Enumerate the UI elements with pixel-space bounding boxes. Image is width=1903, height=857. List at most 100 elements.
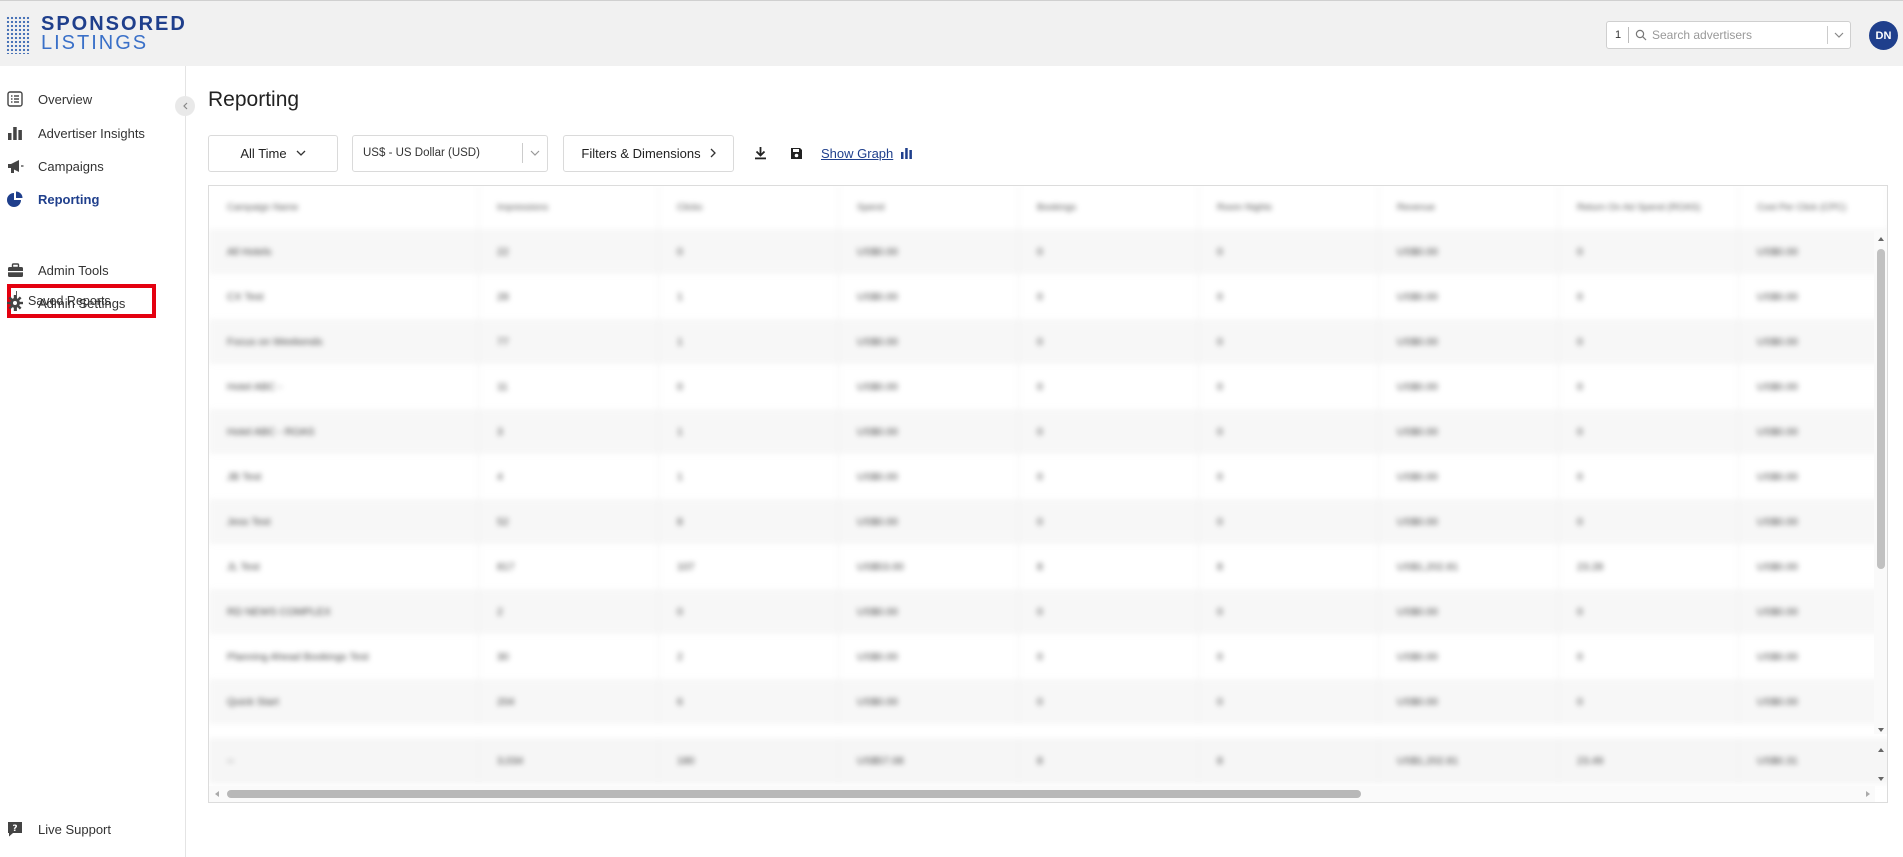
table-cell: US$0.00 xyxy=(1739,544,1887,589)
table-cell: 0 xyxy=(1559,499,1739,544)
table-cell: 0 xyxy=(1199,319,1379,364)
table-cell: 22 xyxy=(479,229,659,274)
sidebar-item-live-support[interactable]: ? Live Support xyxy=(6,818,111,840)
table-cell: US$0.00 xyxy=(839,274,1019,319)
table-cell: US$0.00 xyxy=(839,454,1019,499)
table-cell: US$0.00 xyxy=(839,499,1019,544)
table-cell: US$0.00 xyxy=(1379,679,1559,724)
table-cell: US$0.00 xyxy=(1379,409,1559,454)
sidebar: Overview Advertiser Insights Campaigns R… xyxy=(0,66,186,857)
list-icon xyxy=(6,90,24,108)
scroll-down-icon[interactable] xyxy=(1877,775,1885,783)
table-cell: 0 xyxy=(1199,229,1379,274)
collapse-sidebar-button[interactable] xyxy=(175,96,195,116)
table-row: Jess Test 52 8 US$0.00 0 0 US$0.00 0 US$0.00 xyxy=(209,499,1887,544)
scroll-left-icon[interactable] xyxy=(213,790,221,798)
table-cell: Quick Start xyxy=(209,679,479,724)
table-cell: All Hotels xyxy=(209,229,479,274)
table-cell: US$1,202.81 xyxy=(1379,738,1559,784)
table-cell: 0 xyxy=(1559,589,1739,634)
download-icon[interactable] xyxy=(750,143,770,163)
table-cell: US$0.00 xyxy=(1379,589,1559,634)
table-cell: US$0.00 xyxy=(839,229,1019,274)
table-cell: US$0.00 xyxy=(1379,634,1559,679)
table-cell: 8 xyxy=(1019,738,1199,784)
table-cell: 4 xyxy=(479,454,659,499)
table-cell: 0 xyxy=(1019,274,1199,319)
table-cell: 0 xyxy=(1559,454,1739,499)
advertiser-select[interactable]: 1 xyxy=(1606,21,1851,49)
currency-value: US$ - US Dollar (USD) xyxy=(363,147,480,159)
table-cell: 1 xyxy=(659,454,839,499)
date-range-button[interactable]: All Time xyxy=(208,134,338,172)
search-icon xyxy=(1635,29,1647,41)
table-cell: 0 xyxy=(1019,229,1199,274)
chevron-down-icon[interactable] xyxy=(1828,22,1850,48)
chevron-left-icon xyxy=(183,102,188,110)
table-cell: 8 xyxy=(1199,544,1379,589)
sidebar-item-label: Live Support xyxy=(38,821,111,837)
report-toolbar: All Time US$ - US Dollar (USD) Filters &… xyxy=(208,134,915,172)
table-cell: 0 xyxy=(1199,679,1379,724)
filters-dimensions-button[interactable]: Filters & Dimensions xyxy=(563,134,734,172)
table-cell: 23.49 xyxy=(1559,738,1739,784)
toolbox-icon xyxy=(6,261,24,279)
top-header: SPONSORED LISTINGS 1 DN xyxy=(0,0,1903,66)
advertiser-search-input[interactable] xyxy=(1652,28,1827,42)
table-cell: US$0.00 xyxy=(1379,364,1559,409)
table-cell: JB Test xyxy=(209,454,479,499)
table-cell: 2 xyxy=(479,589,659,634)
table-cell: 30 xyxy=(479,634,659,679)
scroll-up-icon[interactable] xyxy=(1877,746,1885,754)
user-avatar[interactable]: DN xyxy=(1869,21,1898,50)
megaphone-icon xyxy=(6,157,24,175)
sidebar-item-admin-settings[interactable]: Admin Settings xyxy=(6,292,125,314)
scroll-down-icon[interactable] xyxy=(1877,726,1885,734)
advertiser-count: 1 xyxy=(1614,29,1622,41)
table-cell: 3 xyxy=(479,409,659,454)
column-header: Campaign Name xyxy=(209,186,479,229)
sidebar-item-reporting[interactable]: Reporting xyxy=(6,188,99,210)
sidebar-item-admin-tools[interactable]: Admin Tools xyxy=(6,259,109,281)
scroll-thumb[interactable] xyxy=(227,790,1361,798)
page-title: Reporting xyxy=(208,88,300,111)
table-cell: 0 xyxy=(1559,679,1739,724)
vertical-scrollbar[interactable] xyxy=(1874,229,1887,734)
table-cell: 0 xyxy=(1199,274,1379,319)
table-cell: US$0.00 xyxy=(1379,499,1559,544)
table-cell: US$0.00 xyxy=(839,634,1019,679)
table-cell: 0 xyxy=(1559,274,1739,319)
table-cell: 0 xyxy=(1019,589,1199,634)
table-cell: 204 xyxy=(479,679,659,724)
table-header-row: Campaign Name Impressions Clicks Spend Booki… xyxy=(209,186,1887,229)
scroll-up-icon[interactable] xyxy=(1877,235,1885,243)
table-cell: Hotel ABC - ROAS xyxy=(209,409,479,454)
brand-logo[interactable]: SPONSORED LISTINGS xyxy=(6,14,187,54)
sidebar-item-label: Campaigns xyxy=(38,158,104,174)
scroll-thumb[interactable] xyxy=(1877,249,1885,569)
table-cell: 8 xyxy=(1199,738,1379,784)
bar-chart-icon[interactable] xyxy=(901,146,915,160)
currency-select[interactable]: US$ - US Dollar (USD) xyxy=(352,134,548,172)
bar-chart-icon xyxy=(6,124,24,142)
table-cell: 3,034 xyxy=(479,738,659,784)
column-header: Clicks xyxy=(659,186,839,229)
sidebar-item-advertiser-insights[interactable]: Advertiser Insights xyxy=(6,122,145,144)
table-cell: US$0.00 xyxy=(1739,274,1887,319)
sidebar-item-label: Admin Settings xyxy=(38,295,126,311)
table-cell: 0 xyxy=(1559,229,1739,274)
sidebar-item-campaigns[interactable]: Campaigns xyxy=(6,155,104,177)
chevron-down-icon[interactable] xyxy=(523,150,547,156)
horizontal-scrollbar[interactable] xyxy=(209,786,1875,802)
table-row: All Hotels 22 0 US$0.00 0 0 US$0.00 0 US$0.00 xyxy=(209,229,1887,274)
date-range-label: All Time xyxy=(240,145,287,161)
table-cell: US$0.00 xyxy=(839,319,1019,364)
table-cell: 0 xyxy=(1199,409,1379,454)
report-table: Campaign Name Impressions Clicks Spend Booki… xyxy=(208,185,1888,803)
save-icon[interactable] xyxy=(786,143,806,163)
table-cell: 0 xyxy=(1199,454,1379,499)
table-cell: US$0.00 xyxy=(1739,679,1887,724)
scroll-right-icon[interactable] xyxy=(1864,790,1872,798)
sidebar-item-overview[interactable]: Overview xyxy=(6,88,92,110)
show-graph-link[interactable]: Show Graph xyxy=(821,146,893,161)
